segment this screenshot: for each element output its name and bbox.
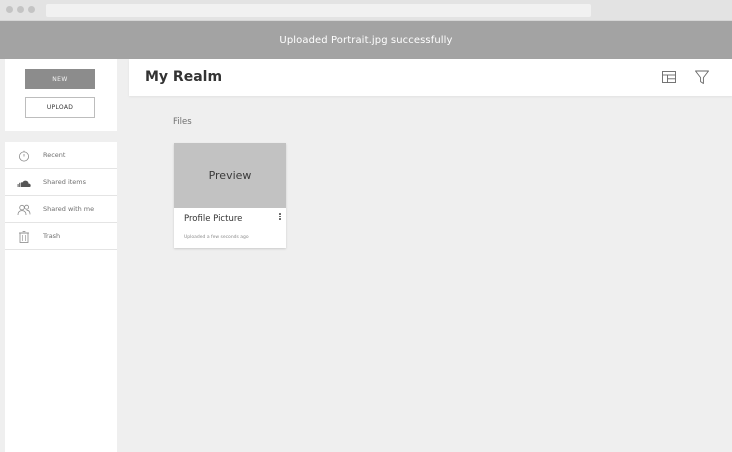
page-header: My Realm xyxy=(129,59,732,96)
file-preview-text: Preview xyxy=(208,169,252,182)
window-close-dot[interactable] xyxy=(6,6,13,13)
file-name: Profile Picture xyxy=(184,214,243,224)
people-icon xyxy=(17,203,31,216)
sidebar-item-shared-items[interactable]: Shared items xyxy=(5,169,117,196)
sidebar-item-trash[interactable]: Trash xyxy=(5,223,117,250)
sidebar-item-recent[interactable]: Recent xyxy=(5,142,117,169)
window-maximize-dot[interactable] xyxy=(28,6,35,13)
clock-icon xyxy=(17,149,31,162)
notification-text: Uploaded Portrait.jpg successfully xyxy=(279,34,453,46)
sidebar-item-label: Shared items xyxy=(43,178,87,186)
trash-icon xyxy=(17,230,31,243)
sidebar-nav: Recent Shared items Shared with me Trash xyxy=(5,142,117,452)
window-minimize-dot[interactable] xyxy=(17,6,24,13)
cloud-icon xyxy=(17,176,31,189)
upload-button[interactable]: UPLOAD xyxy=(25,97,95,118)
new-button[interactable]: NEW xyxy=(25,69,95,89)
file-upload-time: Uploaded a few seconds ago xyxy=(184,235,249,240)
sidebar-actions: NEW UPLOAD xyxy=(5,59,117,131)
section-label-files: Files xyxy=(173,117,192,127)
layout-icon[interactable] xyxy=(661,69,677,85)
filter-icon[interactable] xyxy=(694,69,710,85)
notification-banner: Uploaded Portrait.jpg successfully xyxy=(0,21,732,59)
page-title: My Realm xyxy=(145,69,223,85)
sidebar-item-label: Shared with me xyxy=(43,205,95,213)
more-options-icon[interactable] xyxy=(277,212,283,224)
file-preview[interactable]: Preview xyxy=(174,143,286,208)
app-window: Uploaded Portrait.jpg successfully NEW U… xyxy=(0,0,732,452)
sidebar-item-label: Recent xyxy=(43,151,66,159)
address-bar[interactable] xyxy=(46,4,591,17)
browser-titlebar xyxy=(0,0,732,21)
sidebar-item-label: Trash xyxy=(43,232,61,240)
file-card[interactable]: Preview Profile Picture Uploaded a few s… xyxy=(174,143,286,248)
sidebar-item-shared-with-me[interactable]: Shared with me xyxy=(5,196,117,223)
